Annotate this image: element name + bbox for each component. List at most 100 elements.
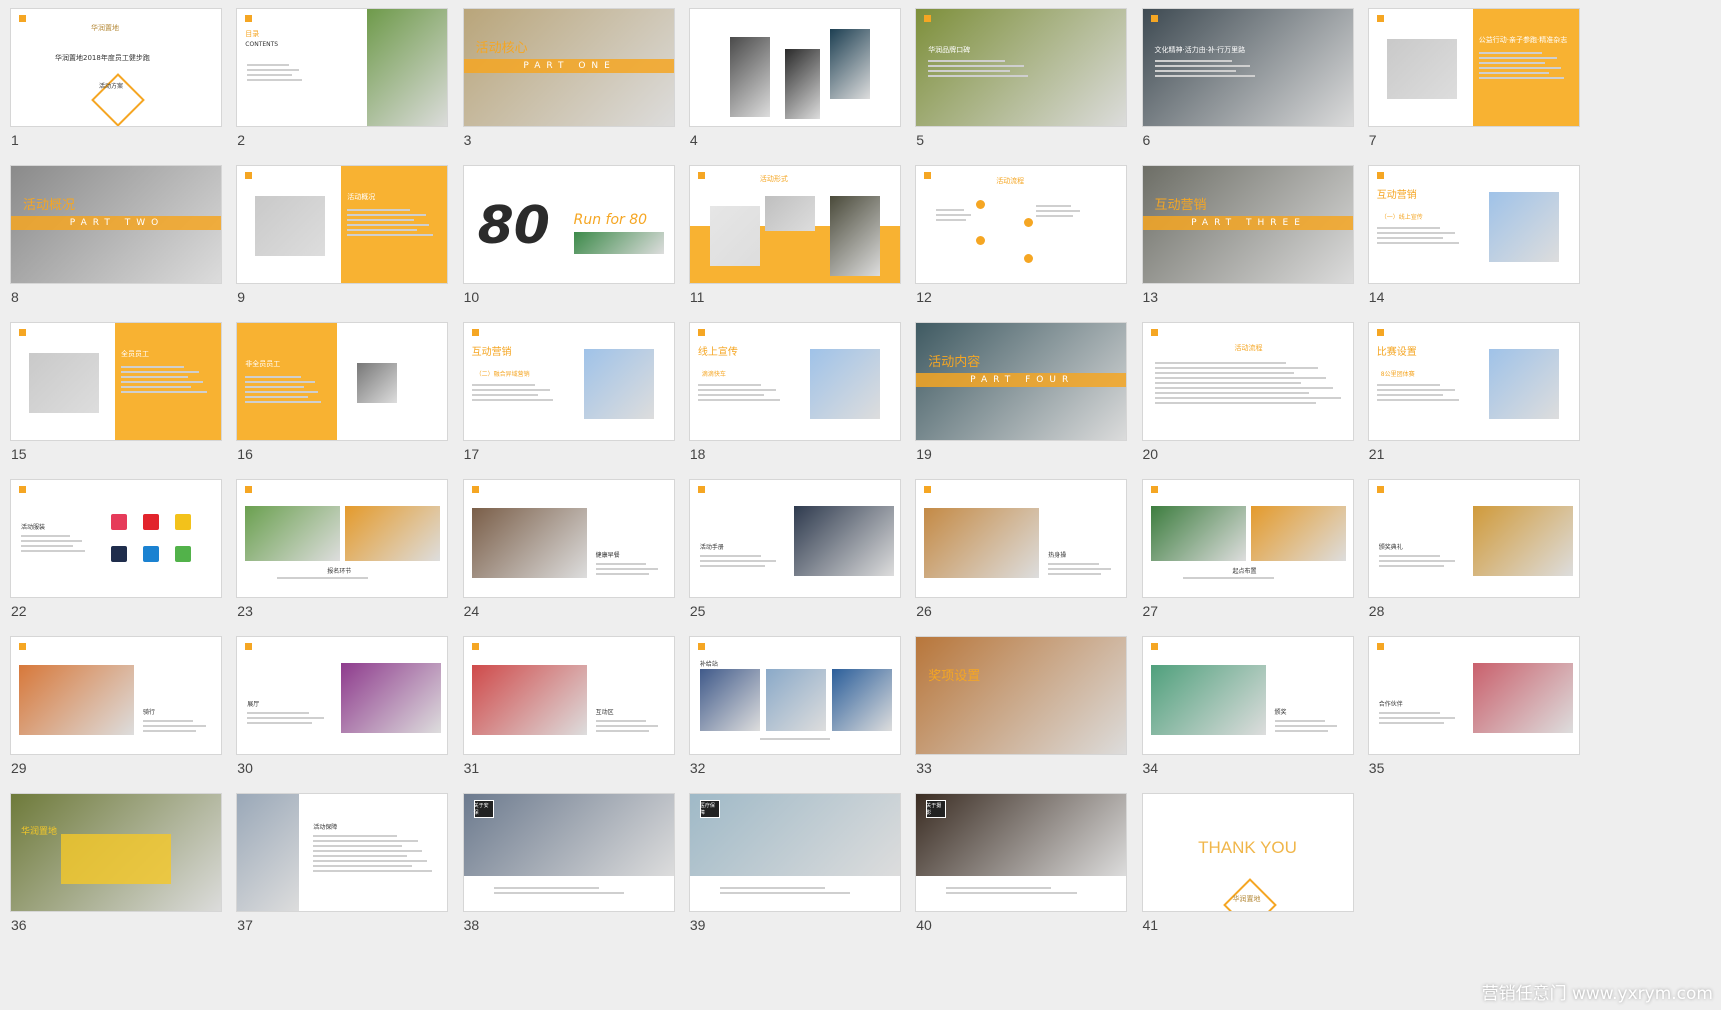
text-lines: [21, 532, 91, 555]
photo: [1150, 665, 1266, 735]
text-line: [493, 892, 625, 894]
slide-subtitle: CONTENTS: [245, 41, 279, 48]
slide-thumbnail[interactable]: 比赛设置 8公里团体赛: [1367, 322, 1580, 441]
slide-number: 17: [463, 446, 480, 462]
slide-title: 华润置地: [21, 827, 58, 837]
slide-number: 41: [1142, 917, 1159, 933]
text-line: [347, 224, 430, 226]
slide-thumbnail[interactable]: 文化精神·活力由·补·行万里路: [1141, 8, 1354, 127]
slide-thumbnail[interactable]: 医疗保障: [688, 793, 901, 912]
slide-subtitle: 8公里团体赛: [1380, 371, 1415, 378]
slide-title: 医疗保障: [699, 803, 715, 816]
text-line: [1376, 237, 1444, 239]
photo: [829, 196, 880, 276]
slide-thumbnail[interactable]: 活动流程: [1141, 322, 1354, 441]
slide-thumbnail[interactable]: 颁奖: [1141, 636, 1354, 755]
text-lines: [1048, 560, 1120, 578]
slide-thumbnail[interactable]: 非全员员工: [236, 322, 449, 441]
company-logo: [1150, 643, 1158, 650]
text-line: [1478, 52, 1542, 54]
slide-thumbnail[interactable]: 活动概况: [236, 165, 449, 284]
slide-cell: 活动服装 22: [0, 471, 222, 636]
slide-thumbnail[interactable]: 活动形式: [688, 165, 901, 284]
slide-cell: 关于摄影 40: [905, 785, 1128, 950]
slide-title: 互动营销: [1376, 190, 1417, 201]
slide-thumbnail[interactable]: 互动营销 （一）线上宣传: [1367, 165, 1580, 284]
company-logo: [1376, 172, 1384, 179]
slide-cell: 华润置地 36: [0, 785, 222, 950]
slide-title: 活动保障: [313, 824, 338, 831]
text-line: [471, 399, 554, 401]
slide-cell: 全员员工 15: [0, 314, 222, 479]
photo: [463, 794, 674, 876]
text-line: [1378, 560, 1456, 562]
photo: [1386, 39, 1457, 99]
slide-thumbnail[interactable]: 活动手册: [688, 479, 901, 598]
text-line: [936, 209, 965, 211]
photo: [709, 206, 760, 266]
slide-thumbnail[interactable]: 合作伙伴: [1367, 636, 1580, 755]
photo: [471, 508, 587, 578]
slide-thumbnail[interactable]: 骑行: [10, 636, 222, 755]
text-line: [245, 376, 302, 378]
text-line: [247, 712, 309, 714]
slide-thumbnail[interactable]: 热身操: [915, 479, 1128, 598]
slide-thumbnail[interactable]: 互动区: [462, 636, 675, 755]
slide-number: 19: [916, 446, 932, 462]
slide-subtitle: Run for 80: [573, 212, 648, 228]
slide-thumbnail[interactable]: 起点布置: [1141, 479, 1354, 598]
company-logo: [471, 329, 479, 336]
slide-number: 35: [1368, 760, 1385, 776]
slide-thumbnail[interactable]: 目录 CONTENTS: [236, 8, 449, 127]
company-logo: [1150, 15, 1158, 22]
slide-thumbnail[interactable]: 80 Run for 80: [462, 165, 675, 284]
slide-thumbnail[interactable]: 奖项设置: [915, 636, 1128, 755]
slide-cell: 活动核心 PART ONE 3: [453, 0, 675, 165]
part-band: PART THREE: [1142, 216, 1353, 230]
slide-thumbnail[interactable]: 补给站: [688, 636, 901, 755]
slide-number: 20: [1142, 446, 1159, 462]
slide-thumbnail[interactable]: 报名环节: [236, 479, 449, 598]
slide-thumbnail[interactable]: 健康早餐: [462, 479, 675, 598]
slide-subtitle: 滴滴快车: [701, 371, 726, 378]
slide-thumbnail[interactable]: 华润置地: [10, 793, 222, 912]
text-line: [697, 399, 780, 401]
text-line: [1478, 72, 1549, 74]
slide-thumbnail[interactable]: 全员员工: [10, 322, 222, 441]
photo: [809, 349, 880, 419]
text-line: [245, 386, 305, 388]
slide-thumbnail[interactable]: 关于摄影: [915, 793, 1128, 912]
slide-number: 29: [11, 760, 27, 776]
slide-cell: 健康早餐 24: [453, 471, 675, 636]
slide-thumbnail[interactable]: 线上宣传 滴滴快车: [688, 322, 901, 441]
logo-mark-icon: [697, 172, 705, 179]
slide-thumbnail[interactable]: THANK YOU 华润置地: [1141, 793, 1354, 912]
text-line: [936, 219, 966, 221]
slide-title: 颁奖典礼: [1378, 544, 1403, 551]
slide-thumbnail[interactable]: 活动内容 PART FOUR: [915, 322, 1128, 441]
text-lines: [143, 717, 215, 735]
slide-thumbnail[interactable]: 公益行动·亲子参跑·精准杂志: [1367, 8, 1580, 127]
text-lines: [1274, 717, 1347, 735]
company-logo: [697, 172, 705, 179]
slide-thumbnail[interactable]: 活动核心 PART ONE: [462, 8, 675, 127]
slide-number: 33: [916, 760, 932, 776]
slide-thumbnail[interactable]: 展厅: [236, 636, 449, 755]
text-line: [595, 725, 659, 727]
slide-thumbnail[interactable]: 活动概况 PART TWO: [10, 165, 222, 284]
slide-thumbnail[interactable]: [688, 8, 901, 127]
text-line: [1182, 577, 1274, 579]
slide-thumbnail[interactable]: 华润置地2018年度员工健步跑 活动方案 华润置地: [10, 8, 222, 127]
slide-thumbnail[interactable]: 活动保障: [236, 793, 449, 912]
logo-mark-icon: [1150, 15, 1158, 22]
text-line: [1478, 57, 1558, 59]
slide-cell: 关于安保 38: [453, 785, 675, 950]
slide-thumbnail[interactable]: 关于安保: [462, 793, 675, 912]
slide-thumbnail[interactable]: 颁奖典礼: [1367, 479, 1580, 598]
photo: [924, 508, 1040, 578]
slide-thumbnail[interactable]: 互动营销 （二）融合异域营销: [462, 322, 675, 441]
slide-thumbnail[interactable]: 活动流程: [915, 165, 1128, 284]
slide-thumbnail[interactable]: 互动营销 PART THREE: [1141, 165, 1354, 284]
slide-thumbnail[interactable]: 华润品牌口碑: [915, 8, 1128, 127]
slide-thumbnail[interactable]: 活动服装: [10, 479, 222, 598]
